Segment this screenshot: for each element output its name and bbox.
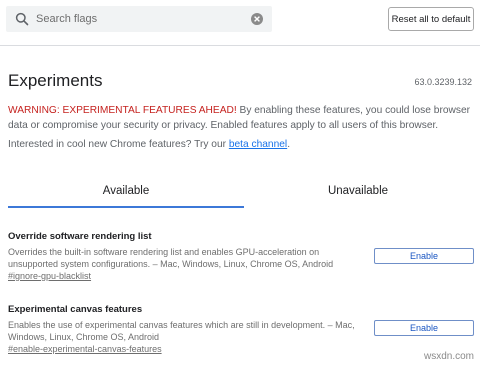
watermark: wsxdn.com bbox=[423, 351, 474, 362]
experiment-description: Overrides the built-in software renderin… bbox=[8, 247, 334, 269]
page-title: Experiments bbox=[8, 71, 103, 90]
enable-button[interactable]: Enable bbox=[374, 320, 474, 336]
experiment-link[interactable]: #ignore-gpu-blacklist bbox=[8, 270, 472, 282]
enable-button[interactable]: Enable bbox=[374, 248, 474, 264]
search-input[interactable] bbox=[36, 9, 246, 29]
search-icon bbox=[15, 12, 29, 26]
experiment-description: Enables the use of experimental canvas f… bbox=[8, 320, 355, 342]
version-number: 63.0.3239.132 bbox=[414, 77, 472, 87]
experiment-name: Override software rendering list bbox=[8, 231, 152, 242]
clear-search-icon[interactable] bbox=[250, 12, 264, 26]
tab-bar: Available Unavailable bbox=[8, 178, 472, 208]
beta-prefix: Interested in cool new Chrome features? … bbox=[8, 139, 229, 150]
experiment-link[interactable]: #enable-experimental-canvas-features bbox=[8, 343, 472, 355]
warning-strong-text: WARNING: EXPERIMENTAL FEATURES AHEAD! bbox=[8, 105, 237, 116]
tab-unavailable[interactable]: Unavailable bbox=[244, 178, 472, 208]
flags-header: Reset all to default bbox=[0, 0, 480, 46]
warning-message: WARNING: EXPERIMENTAL FEATURES AHEAD! By… bbox=[8, 103, 470, 133]
beta-channel-line: Interested in cool new Chrome features? … bbox=[8, 139, 290, 150]
experiment-item: Override software rendering list Overrid… bbox=[8, 231, 474, 282]
reset-all-button[interactable]: Reset all to default bbox=[388, 7, 474, 31]
search-box[interactable] bbox=[6, 6, 272, 32]
tab-available[interactable]: Available bbox=[8, 178, 244, 208]
beta-channel-link[interactable]: beta channel bbox=[229, 139, 287, 150]
beta-suffix: . bbox=[287, 139, 291, 150]
experiment-name: Experimental canvas features bbox=[8, 304, 143, 315]
experiment-item: Experimental canvas features Enables the… bbox=[8, 304, 474, 355]
